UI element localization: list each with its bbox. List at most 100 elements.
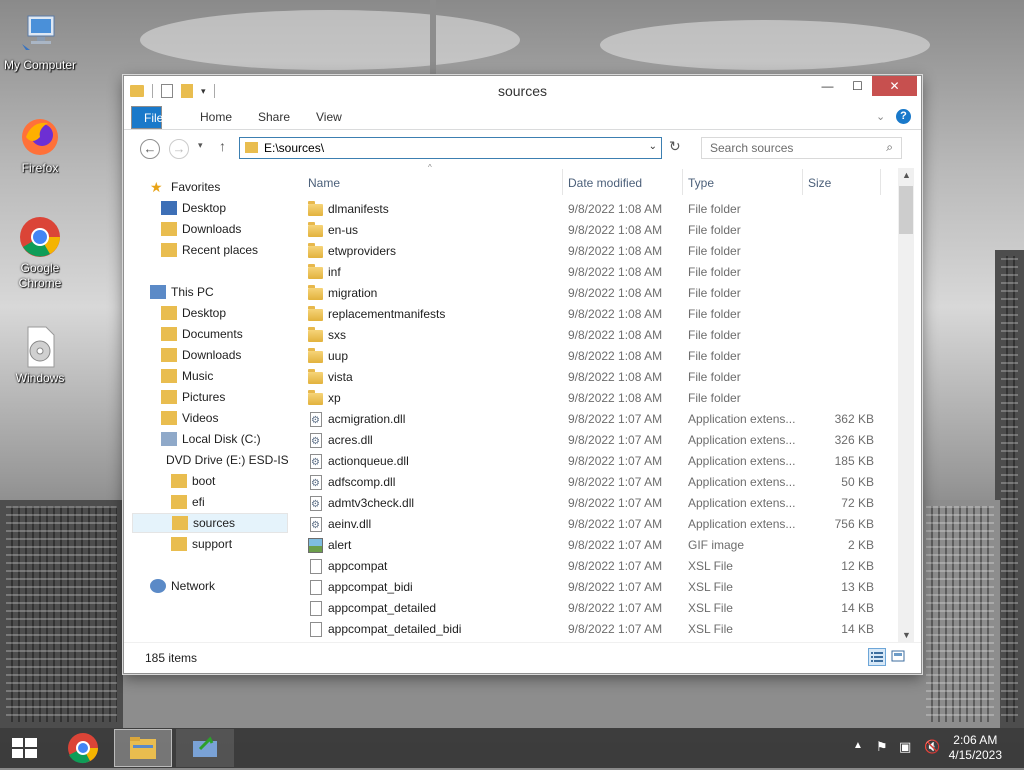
forward-button[interactable]: → <box>169 139 189 159</box>
volume-muted-icon[interactable]: 🔇 <box>924 739 940 755</box>
file-date-modified: 9/8/2022 1:08 AM <box>568 202 663 216</box>
chevron-down-icon[interactable]: ⌄ <box>876 110 885 123</box>
nav-item-desktop[interactable]: Desktop <box>161 303 226 323</box>
column-header-date[interactable]: Date modified <box>568 173 642 193</box>
tab-share[interactable]: Share <box>246 106 302 129</box>
file-row[interactable]: appcompat_bidi 9/8/2022 1:07 AM XSL File 13… <box>300 577 900 598</box>
file-row[interactable]: appcompat_detailed_bidi 9/8/2022 1:07 AM X… <box>300 619 900 640</box>
minimize-button[interactable]: — <box>814 76 841 96</box>
file-row[interactable]: actionqueue.dll 9/8/2022 1:07 AM Applicati… <box>300 451 900 473</box>
help-icon[interactable]: ? <box>896 109 911 124</box>
file-type: File folder <box>688 202 741 216</box>
column-separator[interactable] <box>562 169 563 195</box>
scroll-down-arrow-icon[interactable]: ▼ <box>902 630 911 640</box>
taskbar-file-explorer[interactable] <box>114 729 172 767</box>
maximize-button[interactable]: ☐ <box>844 76 871 96</box>
taskbar-chrome[interactable] <box>54 729 112 767</box>
address-path[interactable]: E:\sources\ <box>264 141 324 155</box>
nav-item-videos[interactable]: Videos <box>161 408 218 428</box>
file-row[interactable]: aeinv.dll 9/8/2022 1:07 AM Application ext… <box>300 514 900 536</box>
nav-network[interactable]: Network <box>150 576 215 596</box>
refresh-icon[interactable]: ↻ <box>669 138 681 155</box>
file-row[interactable]: vista 9/8/2022 1:08 AM File folder <box>300 367 900 388</box>
nav-item-efi[interactable]: efi <box>171 492 205 512</box>
file-name: xp <box>328 391 341 405</box>
file-row[interactable]: inf 9/8/2022 1:08 AM File folder <box>300 262 900 283</box>
column-separator[interactable] <box>682 169 683 195</box>
nav-item-support[interactable]: support <box>171 534 232 554</box>
address-bar[interactable]: E:\sources\ ⌄ <box>239 137 662 159</box>
file-type: Application extens... <box>688 454 796 468</box>
file-row[interactable]: admtv3check.dll 9/8/2022 1:07 AM Applicati… <box>300 493 900 515</box>
chevron-down-icon[interactable]: ⌄ <box>649 141 657 152</box>
large-icons-view-button[interactable] <box>890 648 908 666</box>
file-row[interactable]: dlmanifests 9/8/2022 1:08 AM File folder <box>300 199 900 220</box>
nav-item-recent-places[interactable]: Recent places <box>161 240 258 260</box>
desktop-icon-firefox[interactable]: Firefox <box>0 115 80 176</box>
nav-item-dvd-drive[interactable]: DVD Drive (E:) ESD-IS <box>161 450 288 470</box>
scrollbar-thumb[interactable] <box>899 186 913 234</box>
file-date-modified: 9/8/2022 1:07 AM <box>568 601 663 615</box>
column-header-name[interactable]: Name <box>308 173 340 193</box>
network-status-icon[interactable]: ▣ <box>899 739 911 755</box>
file-row[interactable]: sxs 9/8/2022 1:08 AM File folder <box>300 325 900 346</box>
tab-home[interactable]: Home <box>188 106 244 129</box>
nav-item-desktop[interactable]: Desktop <box>161 198 226 218</box>
nav-favorites[interactable]: ★ Favorites <box>150 177 220 197</box>
nav-item-downloads[interactable]: Downloads <box>161 345 241 365</box>
nav-item-downloads[interactable]: Downloads <box>161 219 241 239</box>
file-row[interactable]: appcompat_detailed 9/8/2022 1:07 AM XSL Fi… <box>300 598 900 619</box>
taskbar-clock[interactable]: 2:06 AM 4/15/2023 <box>949 733 1002 763</box>
column-separator[interactable] <box>802 169 803 195</box>
file-row[interactable]: replacementmanifests 9/8/2022 1:08 AM File… <box>300 304 900 325</box>
details-view-button[interactable] <box>868 648 886 666</box>
file-row[interactable]: acmigration.dll 9/8/2022 1:07 AM Applicati… <box>300 409 900 431</box>
title-bar[interactable]: ▾ sources — ☐ ✕ <box>124 76 921 106</box>
show-hidden-icons-icon[interactable]: ▲ <box>853 740 863 751</box>
file-name: replacementmanifests <box>328 307 446 321</box>
recent-locations-dropdown[interactable]: ▾ <box>198 140 203 151</box>
nav-item-music[interactable]: Music <box>161 366 213 386</box>
column-separator[interactable] <box>880 169 881 195</box>
desktop-icon-google-chrome[interactable]: Google Chrome <box>0 215 80 291</box>
file-name: en-us <box>328 223 359 237</box>
file-row[interactable]: en-us 9/8/2022 1:08 AM File folder <box>300 220 900 241</box>
file-row[interactable]: uup 9/8/2022 1:08 AM File folder <box>300 346 900 367</box>
tab-view[interactable]: View <box>304 106 354 129</box>
tab-file[interactable]: File <box>131 106 163 129</box>
desktop-icon-my-computer[interactable]: My Computer <box>0 12 80 73</box>
search-box[interactable]: Search sources ⌕ <box>701 137 902 159</box>
desktop-icon-windows[interactable]: Windows <box>0 325 80 386</box>
file-name: acres.dll <box>328 433 373 447</box>
vertical-scrollbar[interactable]: ▲ ▼ <box>898 168 914 642</box>
nav-item-documents[interactable]: Documents <box>161 324 243 344</box>
column-header-type[interactable]: Type <box>688 173 714 193</box>
nav-this-pc[interactable]: This PC <box>150 282 214 302</box>
nav-item-local-disk[interactable]: Local Disk (C:) <box>161 429 261 449</box>
file-type: Application extens... <box>688 475 796 489</box>
file-type: File folder <box>688 391 741 405</box>
explorer-window[interactable]: ▾ sources — ☐ ✕ File Home Share View ⌄ ?… <box>123 75 922 674</box>
column-header-size[interactable]: Size <box>808 173 831 193</box>
file-row[interactable]: acres.dll 9/8/2022 1:07 AM Application ext… <box>300 430 900 452</box>
taskbar-network-app[interactable] <box>176 729 234 767</box>
file-row[interactable]: migration 9/8/2022 1:08 AM File folder <box>300 283 900 304</box>
file-row[interactable]: etwproviders 9/8/2022 1:08 AM File folder <box>300 241 900 262</box>
action-center-flag-icon[interactable]: ⚑ <box>876 739 888 755</box>
file-row[interactable]: alert 9/8/2022 1:07 AM GIF image 2 KB <box>300 535 900 556</box>
search-icon[interactable]: ⌕ <box>886 140 893 155</box>
scroll-up-arrow-icon[interactable]: ▲ <box>902 170 911 180</box>
nav-item-sources[interactable]: sources <box>132 513 288 533</box>
up-arrow-icon[interactable]: ↑ <box>219 138 226 154</box>
document-icon <box>310 580 322 595</box>
back-button[interactable]: ← <box>140 139 160 159</box>
close-button[interactable]: ✕ <box>872 76 917 96</box>
folder-icon <box>172 516 188 530</box>
nav-item-pictures[interactable]: Pictures <box>161 387 225 407</box>
file-date-modified: 9/8/2022 1:07 AM <box>568 538 663 552</box>
file-row[interactable]: xp 9/8/2022 1:08 AM File folder <box>300 388 900 409</box>
file-row[interactable]: adfscomp.dll 9/8/2022 1:07 AM Application … <box>300 472 900 494</box>
file-row[interactable]: appcompat 9/8/2022 1:07 AM XSL File 12 KB <box>300 556 900 577</box>
start-button[interactable] <box>0 729 48 767</box>
nav-item-boot[interactable]: boot <box>171 471 215 491</box>
